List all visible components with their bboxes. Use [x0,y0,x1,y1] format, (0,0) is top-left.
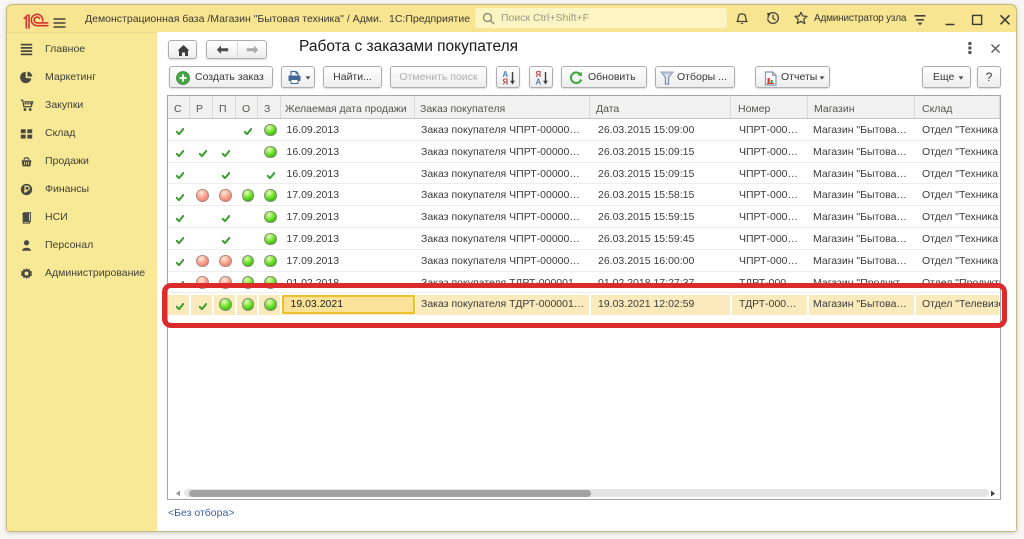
svg-text:Я: Я [503,78,509,87]
svg-text:А: А [536,78,542,87]
